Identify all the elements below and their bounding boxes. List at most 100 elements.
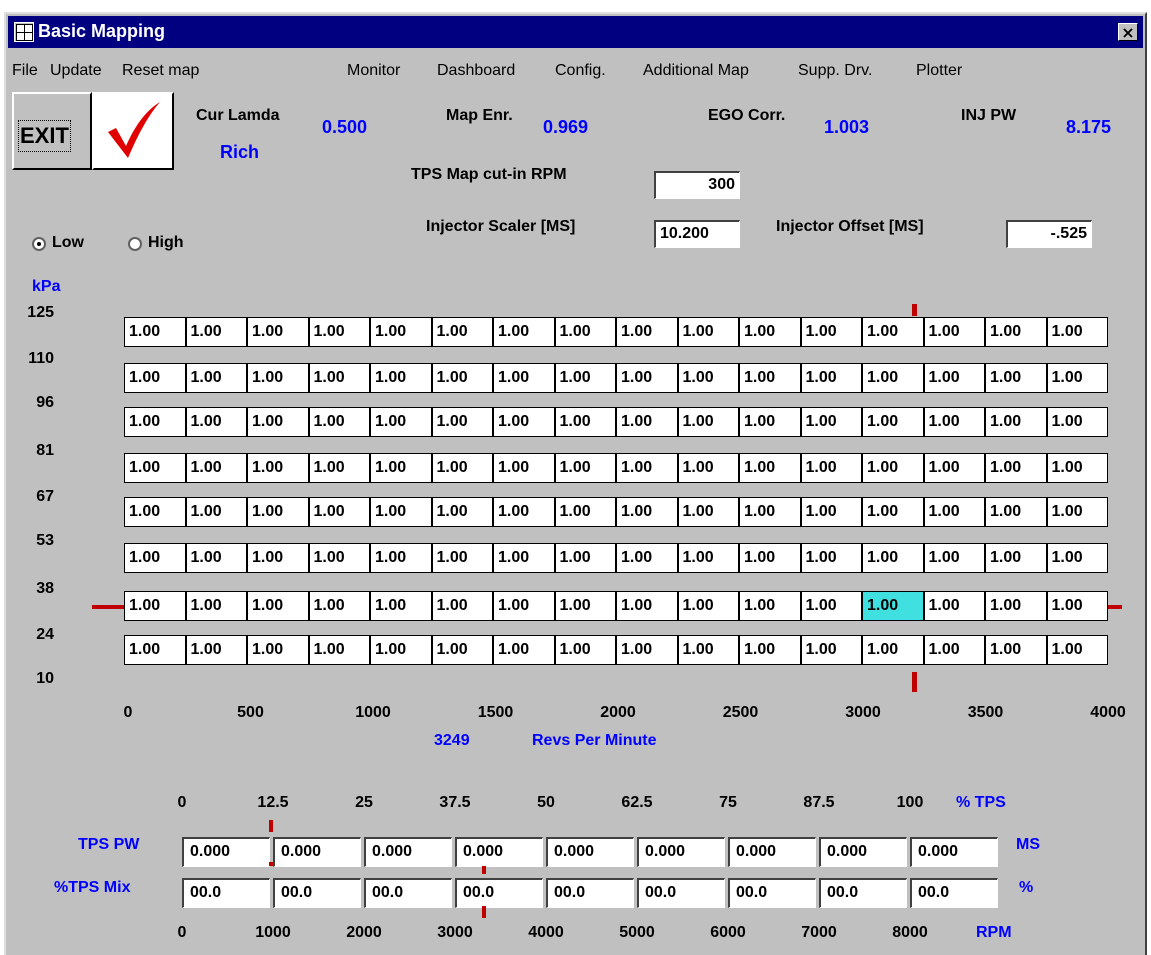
map-cell[interactable]: 1.00 [616, 543, 678, 573]
map-cell[interactable]: 1.00 [800, 591, 862, 621]
exit-button[interactable]: EXIT [12, 92, 92, 170]
map-cell[interactable]: 1.00 [1046, 317, 1108, 347]
map-cell[interactable]: 1.00 [923, 543, 985, 573]
map-cell[interactable]: 1.00 [616, 317, 678, 347]
menu-file[interactable]: File [12, 62, 38, 80]
map-cell[interactable]: 1.00 [431, 497, 493, 527]
map-cell[interactable]: 1.00 [370, 453, 432, 483]
tps-mix-field[interactable]: 00.0 [182, 878, 270, 908]
map-cell[interactable]: 1.00 [308, 497, 370, 527]
map-cell[interactable]: 1.00 [554, 407, 616, 437]
map-cell[interactable]: 1.00 [677, 543, 739, 573]
map-cell[interactable]: 1.00 [923, 453, 985, 483]
map-cell[interactable]: 1.00 [923, 407, 985, 437]
tps-pw-field[interactable]: 0.000 [182, 837, 270, 867]
menu-additional-map[interactable]: Additional Map [643, 62, 749, 80]
map-cell[interactable]: 1.00 [1046, 453, 1108, 483]
map-cell[interactable]: 1.00 [616, 453, 678, 483]
close-button[interactable]: × [1118, 23, 1138, 41]
map-cell[interactable]: 1.00 [493, 543, 555, 573]
map-cell[interactable]: 1.00 [431, 543, 493, 573]
tps-mix-field[interactable]: 00.0 [728, 878, 816, 908]
map-cell[interactable]: 1.00 [862, 407, 924, 437]
map-cell[interactable]: 1.00 [800, 497, 862, 527]
map-cell[interactable]: 1.00 [185, 543, 247, 573]
inj-scaler-field[interactable]: 10.200 [654, 220, 740, 248]
menu-config[interactable]: Config. [555, 62, 606, 80]
tps-pw-field[interactable]: 0.000 [455, 837, 543, 867]
high-radio-label[interactable]: High [148, 234, 184, 252]
map-cell[interactable]: 1.00 [800, 635, 862, 665]
map-cell[interactable]: 1.00 [616, 363, 678, 393]
map-cell[interactable]: 1.00 [554, 317, 616, 347]
map-cell[interactable]: 1.00 [124, 635, 186, 665]
tps-pw-field[interactable]: 0.000 [546, 837, 634, 867]
map-cell[interactable]: 1.00 [1046, 543, 1108, 573]
map-cell[interactable]: 1.00 [554, 453, 616, 483]
map-cell[interactable]: 1.00 [862, 453, 924, 483]
map-cell[interactable]: 1.00 [370, 591, 432, 621]
map-cell[interactable]: 1.00 [739, 317, 801, 347]
tps-pw-field[interactable]: 0.000 [910, 837, 998, 867]
map-cell[interactable]: 1.00 [985, 635, 1047, 665]
map-cell[interactable]: 1.00 [800, 317, 862, 347]
map-cell[interactable]: 1.00 [862, 317, 924, 347]
map-cell[interactable]: 1.00 [923, 497, 985, 527]
low-radio[interactable] [32, 237, 46, 251]
map-cell[interactable]: 1.00 [985, 407, 1047, 437]
map-cell[interactable]: 1.00 [985, 363, 1047, 393]
inj-offset-field[interactable]: -.525 [1006, 220, 1092, 248]
map-cell[interactable]: 1.00 [370, 407, 432, 437]
map-cell[interactable]: 1.00 [431, 407, 493, 437]
map-cell[interactable]: 1.00 [493, 497, 555, 527]
menu-reset-map[interactable]: Reset map [122, 62, 199, 80]
map-cell[interactable]: 1.00 [985, 453, 1047, 483]
map-cell[interactable]: 1.00 [1046, 407, 1108, 437]
map-cell[interactable]: 1.00 [247, 407, 309, 437]
map-cell[interactable]: 1.00 [185, 591, 247, 621]
map-cell[interactable]: 1.00 [739, 407, 801, 437]
map-cell[interactable]: 1.00 [739, 635, 801, 665]
map-cell[interactable]: 1.00 [1046, 497, 1108, 527]
map-cell[interactable]: 1.00 [185, 407, 247, 437]
map-cell[interactable]: 1.00 [247, 497, 309, 527]
map-cell[interactable]: 1.00 [247, 543, 309, 573]
map-cell[interactable]: 1.00 [370, 363, 432, 393]
map-cell-selected[interactable]: 1.00 [862, 591, 924, 621]
map-cell[interactable]: 1.00 [308, 453, 370, 483]
map-cell[interactable]: 1.00 [247, 363, 309, 393]
map-cell[interactable]: 1.00 [185, 453, 247, 483]
high-radio[interactable] [128, 237, 142, 251]
tps-pw-field[interactable]: 0.000 [819, 837, 907, 867]
map-cell[interactable]: 1.00 [739, 363, 801, 393]
map-cell[interactable]: 1.00 [985, 317, 1047, 347]
tps-mix-field[interactable]: 00.0 [455, 878, 543, 908]
tps-mix-field[interactable]: 00.0 [637, 878, 725, 908]
menu-monitor[interactable]: Monitor [347, 62, 400, 80]
map-cell[interactable]: 1.00 [185, 635, 247, 665]
map-cell[interactable]: 1.00 [800, 543, 862, 573]
map-cell[interactable]: 1.00 [677, 497, 739, 527]
map-cell[interactable]: 1.00 [677, 407, 739, 437]
map-cell[interactable]: 1.00 [308, 543, 370, 573]
map-cell[interactable]: 1.00 [431, 591, 493, 621]
tps-cutin-field[interactable]: 300 [654, 171, 740, 199]
map-cell[interactable]: 1.00 [923, 317, 985, 347]
map-cell[interactable]: 1.00 [862, 543, 924, 573]
tps-pw-field[interactable]: 0.000 [364, 837, 452, 867]
map-cell[interactable]: 1.00 [493, 407, 555, 437]
map-cell[interactable]: 1.00 [493, 591, 555, 621]
map-cell[interactable]: 1.00 [308, 317, 370, 347]
map-cell[interactable]: 1.00 [124, 497, 186, 527]
map-cell[interactable]: 1.00 [1046, 591, 1108, 621]
map-cell[interactable]: 1.00 [185, 497, 247, 527]
map-cell[interactable]: 1.00 [247, 453, 309, 483]
accept-button[interactable] [92, 92, 174, 170]
map-cell[interactable]: 1.00 [370, 497, 432, 527]
map-cell[interactable]: 1.00 [677, 591, 739, 621]
map-cell[interactable]: 1.00 [739, 543, 801, 573]
map-cell[interactable]: 1.00 [124, 591, 186, 621]
tps-mix-field[interactable]: 00.0 [819, 878, 907, 908]
tps-mix-field[interactable]: 00.0 [546, 878, 634, 908]
menu-dashboard[interactable]: Dashboard [437, 62, 515, 80]
